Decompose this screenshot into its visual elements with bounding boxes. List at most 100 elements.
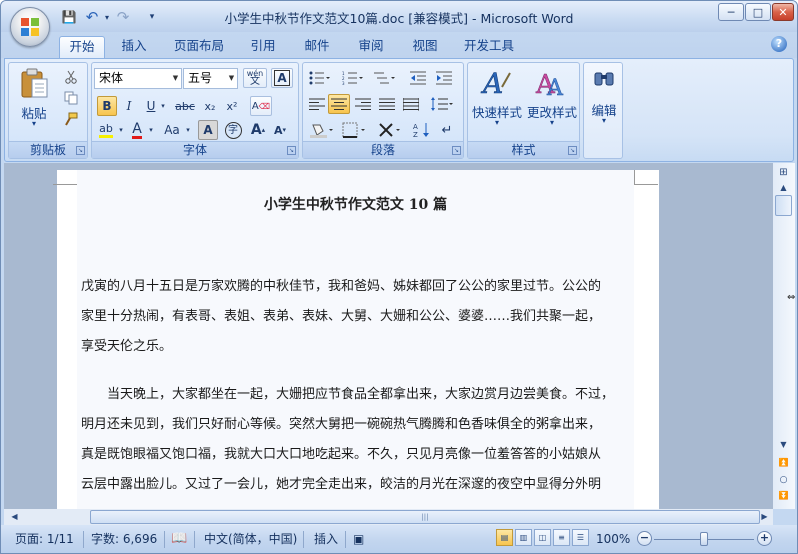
- grow-font-button[interactable]: A ▴: [248, 120, 268, 140]
- line-spacing-button[interactable]: [427, 94, 457, 114]
- highlight-button[interactable]: ab: [95, 120, 117, 140]
- superscript-button[interactable]: x²: [222, 96, 242, 116]
- ruler-toggle-icon[interactable]: ⊞: [775, 165, 792, 181]
- quick-styles-dropdown-icon[interactable]: ▾: [471, 118, 523, 127]
- font-color-dropdown-icon[interactable]: ▾: [147, 120, 155, 140]
- subscript-button[interactable]: x₂: [200, 96, 220, 116]
- tab-references[interactable]: 引用: [241, 36, 285, 58]
- increase-indent-button[interactable]: [433, 68, 455, 88]
- page-count[interactable]: 页面: 1/11: [15, 530, 74, 548]
- asian-layout-button[interactable]: [375, 120, 407, 140]
- show-paragraph-marks-button[interactable]: ↵: [436, 120, 458, 140]
- font-name-dropdown-icon[interactable]: ▼: [170, 69, 181, 88]
- clipboard-dialog-launcher-icon[interactable]: ↘: [76, 146, 85, 155]
- character-shading-button[interactable]: A: [198, 120, 218, 140]
- insert-mode-indicator[interactable]: 插入: [314, 530, 338, 548]
- strikethrough-button[interactable]: abc: [172, 96, 198, 116]
- scroll-right-icon[interactable]: ▶: [756, 509, 773, 525]
- print-layout-view-icon[interactable]: ▤: [496, 529, 513, 546]
- decrease-indent-button[interactable]: [407, 68, 429, 88]
- vertical-scrollbar[interactable]: ⊞ ▲ ▼ ⏫ ○ ⏬: [773, 163, 795, 509]
- highlight-icon: ab: [99, 122, 113, 138]
- align-center-button[interactable]: [328, 94, 350, 114]
- text-body[interactable]: 小学生中秋节作文范文 10 篇 戊寅的八月十五日是万家欢腾的中秋佳节，我和爸妈、…: [77, 170, 634, 509]
- quick-styles-button[interactable]: A 快速样式 ▾: [471, 65, 523, 139]
- tab-insert[interactable]: 插入: [112, 36, 156, 58]
- horizontal-scrollbar[interactable]: ◀ ||| ▶: [4, 509, 773, 525]
- shrink-font-button[interactable]: A ▾: [270, 120, 290, 140]
- pinyin-guide-button[interactable]: wén 文: [243, 68, 267, 88]
- zoom-out-button[interactable]: −: [637, 531, 652, 546]
- cut-icon[interactable]: [61, 67, 81, 87]
- multilevel-list-button[interactable]: [371, 68, 399, 88]
- document-page[interactable]: 小学生中秋节作文范文 10 篇 戊寅的八月十五日是万家欢腾的中秋佳节，我和爸妈、…: [53, 170, 659, 509]
- document-area[interactable]: 小学生中秋节作文范文 10 篇 戊寅的八月十五日是万家欢腾的中秋佳节，我和爸妈、…: [4, 163, 773, 509]
- web-layout-view-icon[interactable]: ◫: [534, 529, 551, 546]
- borders-button[interactable]: [339, 120, 371, 140]
- character-border-button[interactable]: A: [271, 68, 293, 88]
- bullets-button[interactable]: [306, 68, 334, 88]
- change-styles-button[interactable]: A A 更改样式 ▾: [526, 65, 578, 139]
- scroll-left-icon[interactable]: ◀: [6, 509, 23, 525]
- outline-view-icon[interactable]: ≡: [553, 529, 570, 546]
- select-browse-object-icon[interactable]: ○: [775, 472, 792, 488]
- paste-dropdown-icon[interactable]: ▾: [13, 119, 55, 128]
- font-size-combo[interactable]: 五号 ▼: [183, 68, 238, 89]
- maximize-button[interactable]: □: [745, 3, 771, 21]
- justify-button[interactable]: [376, 94, 398, 114]
- zoom-slider-knob[interactable]: [700, 532, 708, 546]
- close-button[interactable]: ✕: [772, 3, 794, 21]
- copy-icon[interactable]: [61, 88, 81, 108]
- sort-button[interactable]: AZ: [411, 120, 433, 140]
- italic-button[interactable]: I: [119, 96, 139, 116]
- align-right-button[interactable]: [352, 94, 374, 114]
- group-editing[interactable]: 编辑 ▾: [583, 62, 623, 159]
- font-name-combo[interactable]: 宋体 ▼: [94, 68, 182, 89]
- office-button[interactable]: [10, 7, 50, 47]
- zoom-in-button[interactable]: +: [757, 531, 772, 546]
- full-screen-reading-view-icon[interactable]: ▥: [515, 529, 532, 546]
- draft-view-icon[interactable]: ☰: [572, 529, 589, 546]
- horizontal-scroll-thumb[interactable]: |||: [90, 510, 760, 524]
- paragraph-dialog-launcher-icon[interactable]: ↘: [452, 146, 461, 155]
- paste-button[interactable]: 粘贴 ▾: [13, 65, 55, 135]
- asian-layout-icon: [379, 123, 400, 137]
- next-page-icon[interactable]: ⏬: [775, 488, 792, 504]
- enclose-characters-button[interactable]: 字: [222, 120, 244, 140]
- editing-dropdown-icon[interactable]: ▾: [584, 116, 624, 125]
- change-styles-dropdown-icon[interactable]: ▾: [526, 118, 578, 127]
- proofing-icon[interactable]: 📖: [171, 530, 187, 548]
- underline-dropdown-icon[interactable]: ▾: [159, 96, 167, 116]
- change-case-dropdown-icon[interactable]: ▾: [184, 120, 192, 140]
- highlight-dropdown-icon[interactable]: ▾: [117, 120, 125, 140]
- tab-developer[interactable]: 开发工具: [457, 36, 521, 58]
- change-case-button[interactable]: Aa: [160, 120, 184, 140]
- help-icon[interactable]: ?: [771, 36, 787, 52]
- font-color-button[interactable]: A: [128, 120, 146, 140]
- tab-home[interactable]: 开始: [59, 36, 105, 58]
- shading-button[interactable]: [306, 120, 338, 140]
- clear-formatting-button[interactable]: A ⌫: [250, 96, 272, 116]
- tab-mailings[interactable]: 邮件: [295, 36, 339, 58]
- previous-page-icon[interactable]: ⏫: [775, 455, 792, 471]
- macro-record-icon[interactable]: ▣: [353, 530, 364, 548]
- distributed-button[interactable]: [400, 94, 422, 114]
- align-left-button[interactable]: [306, 94, 328, 114]
- font-dialog-launcher-icon[interactable]: ↘: [287, 146, 296, 155]
- numbering-button[interactable]: 123: [339, 68, 367, 88]
- language-indicator[interactable]: 中文(简体，中国): [204, 530, 297, 548]
- scroll-down-icon[interactable]: ▼: [775, 437, 792, 453]
- word-count[interactable]: 字数: 6,696: [91, 530, 157, 548]
- styles-dialog-launcher-icon[interactable]: ↘: [568, 146, 577, 155]
- tab-review[interactable]: 审阅: [349, 36, 393, 58]
- scroll-up-icon[interactable]: ▲: [775, 180, 792, 196]
- tab-view[interactable]: 视图: [403, 36, 447, 58]
- font-size-dropdown-icon[interactable]: ▼: [226, 69, 237, 88]
- tab-page-layout[interactable]: 页面布局: [167, 36, 231, 58]
- zoom-level[interactable]: 100%: [596, 530, 630, 548]
- bold-button[interactable]: B: [97, 96, 117, 116]
- vertical-scroll-thumb[interactable]: [775, 195, 792, 216]
- minimize-button[interactable]: ─: [718, 3, 744, 21]
- format-painter-icon[interactable]: [61, 109, 81, 129]
- underline-button[interactable]: U: [142, 96, 160, 116]
